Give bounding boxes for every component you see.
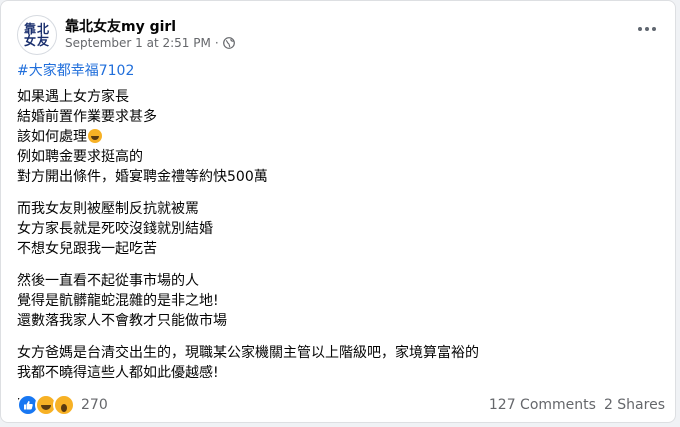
laughing-emoji-icon (88, 129, 102, 143)
paragraph: 女方爸媽是台清交出生的，現職某公家機關主管以上階級吧，家境算富裕的 我都不曉得這… (17, 343, 657, 383)
page-name[interactable]: 靠北女友my girl (65, 16, 176, 36)
more-options-button[interactable] (629, 17, 665, 41)
shares-link[interactable]: 2 Shares (604, 397, 665, 413)
text-line: 還數落我家人不會教才只能做市場 (17, 313, 227, 329)
post-meta: September 1 at 2:51 PM · (65, 36, 235, 50)
text-line-with-emoji: 該如何處理 (17, 127, 657, 147)
text-line: 女方家長就是死咬沒錢就別結婚 (17, 221, 213, 237)
globe-icon (222, 37, 235, 49)
wow-icon (53, 394, 75, 416)
dot-icon (638, 27, 642, 31)
page-avatar[interactable]: 靠北女友 (17, 15, 57, 55)
text-line: 對方開出條件，婚宴聘金禮等約快500萬 (17, 169, 268, 185)
reactions-summary[interactable]: 270 (17, 394, 108, 416)
text-line: 覺得是骯髒龍蛇混雜的是非之地! (17, 293, 219, 309)
avatar-logo-text: 靠北女友 (23, 22, 50, 48)
hashtag-link[interactable]: #大家都幸福7102 (17, 61, 134, 81)
post-stats: 127 Comments 2 Shares (489, 397, 665, 413)
text-line: 結婚前置作業要求甚多 (17, 109, 157, 125)
meta-separator: · (214, 36, 219, 50)
reaction-count[interactable]: 270 (81, 397, 108, 413)
text-line: 如果遇上女方家長 (17, 89, 129, 105)
post-header: 靠北女友 靠北女友my girl September 1 at 2:51 PM … (17, 15, 665, 59)
paragraph: 如果遇上女方家長 結婚前置作業要求甚多 該如何處理 例如聘金要求挺高的 對方開出… (17, 87, 657, 187)
paragraph: 而我女友則被壓制反抗就被罵 女方家長就是死咬沒錢就別結婚 不想女兒跟我一起吃苦 (17, 199, 657, 259)
post-body: #大家都幸福7102 如果遇上女方家長 結婚前置作業要求甚多 該如何處理 例如聘… (17, 61, 657, 427)
comments-link[interactable]: 127 Comments (489, 397, 596, 413)
text-line: 我都不曉得這些人都如此優越感! (17, 365, 219, 381)
text-line: 而我女友則被壓制反抗就被罵 (17, 201, 199, 217)
post-card: 靠北女友 靠北女友my girl September 1 at 2:51 PM … (0, 0, 676, 423)
dot-icon (652, 27, 656, 31)
text-line: 該如何處理 (17, 129, 87, 145)
text-line: 例如聘金要求挺高的 (17, 149, 143, 165)
post-footer: 270 127 Comments 2 Shares (17, 393, 665, 417)
post-timestamp[interactable]: September 1 at 2:51 PM (65, 36, 211, 50)
text-line: 然後一直看不起從事市場的人 (17, 273, 199, 289)
text-line: 女方爸媽是台清交出生的，現職某公家機關主管以上階級吧，家境算富裕的 (17, 345, 479, 361)
dot-icon (645, 27, 649, 31)
text-line: 不想女兒跟我一起吃苦 (17, 241, 157, 257)
paragraph: 然後一直看不起從事市場的人 覺得是骯髒龍蛇混雜的是非之地! 還數落我家人不會教才… (17, 271, 657, 331)
